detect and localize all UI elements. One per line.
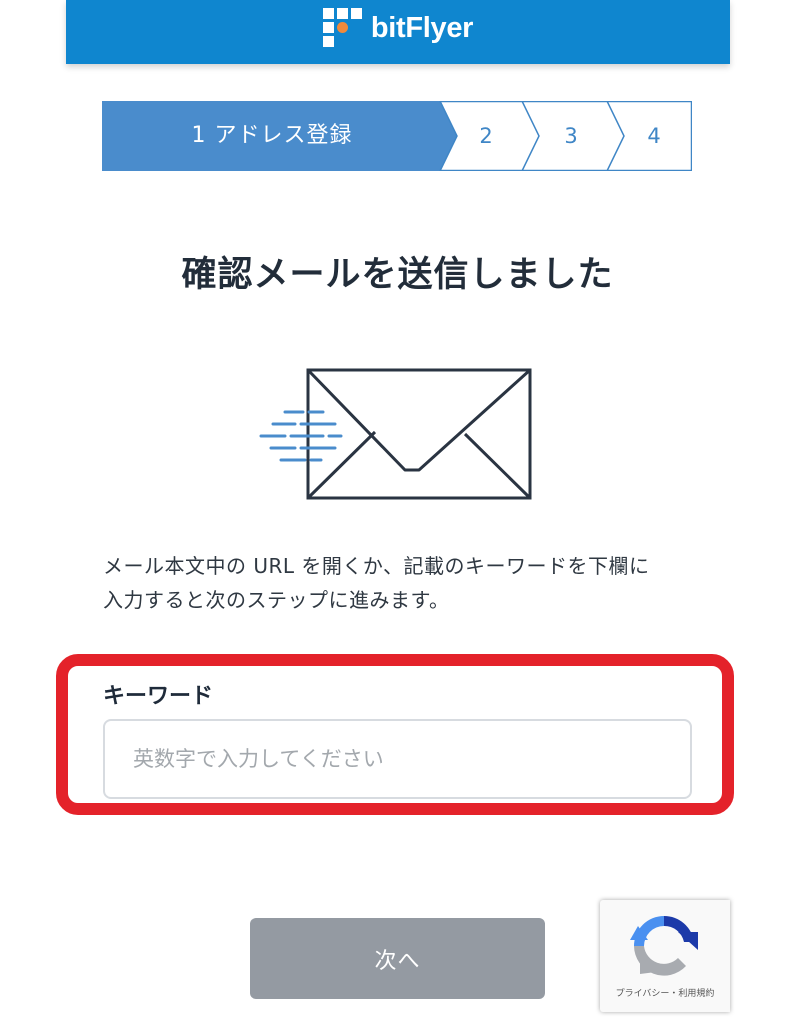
- envelope-icon: [255, 362, 535, 511]
- step-3-label: 3: [564, 124, 578, 148]
- page-title: 確認メールを送信しました: [181, 255, 614, 295]
- keyword-input[interactable]: [103, 719, 692, 799]
- brand-name: bitFlyer: [370, 11, 474, 44]
- instruction-line-2: 入力すると次のステップに進みます。: [103, 588, 450, 612]
- next-button[interactable]: 次へ: [250, 918, 545, 999]
- registration-stepper: 1 アドレス登録 2 3 4: [102, 101, 692, 171]
- bitflyer-logo-icon: [322, 8, 363, 48]
- keyword-label: キーワード: [103, 684, 214, 709]
- instruction-text: メール本文中の URL を開くか、記載のキーワードを下欄に 入力すると次のステッ…: [103, 549, 703, 617]
- bitflyer-logo[interactable]: bitFlyer: [322, 8, 474, 48]
- instruction-line-1: メール本文中の URL を開くか、記載のキーワードを下欄に: [103, 554, 650, 578]
- recaptcha-links[interactable]: プライバシー・利用規約: [600, 986, 730, 999]
- app-header: bitFlyer: [66, 0, 730, 64]
- step-2-label: 2: [479, 124, 493, 148]
- recaptcha-icon: [626, 910, 702, 986]
- step-4-label: 4: [647, 124, 661, 148]
- step-1-label: 1 アドレス登録: [191, 123, 353, 148]
- recaptcha-badge[interactable]: プライバシー・利用規約: [600, 900, 730, 1012]
